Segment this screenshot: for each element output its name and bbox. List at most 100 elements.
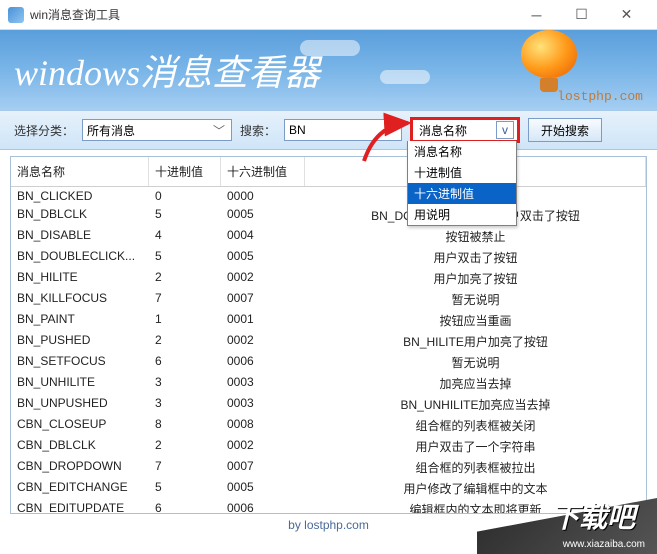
- table-row[interactable]: BN_SETFOCUS60006暂无说明: [11, 352, 646, 373]
- cell-desc: 编辑框内的文本即将更新: [305, 499, 646, 513]
- search-field-value: 消息名称: [419, 122, 467, 139]
- cell-dec: 3: [149, 373, 221, 394]
- window-title: win消息查询工具: [30, 6, 514, 23]
- titlebar: win消息查询工具 ─ ☐ ✕: [0, 0, 657, 30]
- cell-hex: 0007: [221, 289, 305, 310]
- table-row[interactable]: BN_DBLCLK50005BN_DOUBLECLICKED用户双击了按钮: [11, 205, 646, 226]
- maximize-button[interactable]: ☐: [559, 1, 604, 29]
- cell-dec: 1: [149, 310, 221, 331]
- cell-desc: BN_UNHILITE加亮应当去掉: [305, 394, 646, 415]
- table-row[interactable]: CBN_DBLCLK20002用户双击了一个字符串: [11, 436, 646, 457]
- table-row[interactable]: BN_DOUBLECLICK...50005用户双击了按钮: [11, 247, 646, 268]
- table-row[interactable]: BN_PUSHED20002BN_HILITE用户加亮了按钮: [11, 331, 646, 352]
- search-label: 搜索：: [240, 122, 276, 139]
- app-title: windows消息查看器: [14, 44, 320, 96]
- cell-desc: 暂无说明: [305, 352, 646, 373]
- chevron-down-icon: v: [496, 121, 514, 139]
- column-header-hex[interactable]: 十六进制值: [221, 157, 305, 186]
- cell-desc: 组合框的列表框被关闭: [305, 415, 646, 436]
- cell-name: CBN_DBLCLK: [11, 436, 149, 457]
- column-header-dec[interactable]: 十进制值: [149, 157, 221, 186]
- table-header: 消息名称 十进制值 十六进制值: [11, 157, 646, 187]
- cell-hex: 0005: [221, 205, 305, 226]
- cell-name: BN_DISABLE: [11, 226, 149, 247]
- app-icon: [8, 7, 24, 23]
- table-row[interactable]: BN_CLICKED00000: [11, 187, 646, 205]
- cell-name: BN_UNPUSHED: [11, 394, 149, 415]
- cell-hex: 0006: [221, 499, 305, 513]
- dropdown-option[interactable]: 消息名称: [408, 141, 516, 162]
- cell-desc: 用户双击了按钮: [305, 247, 646, 268]
- cell-dec: 8: [149, 415, 221, 436]
- table-row[interactable]: BN_DISABLE40004按钮被禁止: [11, 226, 646, 247]
- cell-dec: 2: [149, 436, 221, 457]
- column-header-name[interactable]: 消息名称: [11, 157, 149, 186]
- cell-dec: 0: [149, 187, 221, 205]
- table-row[interactable]: BN_UNPUSHED30003BN_UNHILITE加亮应当去掉: [11, 394, 646, 415]
- cell-desc: 用户修改了编辑框中的文本: [305, 478, 646, 499]
- cell-hex: 0005: [221, 247, 305, 268]
- table-row[interactable]: BN_KILLFOCUS70007暂无说明: [11, 289, 646, 310]
- cell-hex: 0001: [221, 310, 305, 331]
- cell-desc: 组合框的列表框被拉出: [305, 457, 646, 478]
- cell-name: BN_PAINT: [11, 310, 149, 331]
- table-row[interactable]: BN_PAINT10001按钮应当重画: [11, 310, 646, 331]
- cell-name: BN_DBLCLK: [11, 205, 149, 226]
- cell-hex: 0002: [221, 436, 305, 457]
- cell-name: BN_SETFOCUS: [11, 352, 149, 373]
- banner-url: lostphp.com: [557, 89, 643, 104]
- cell-hex: 0005: [221, 478, 305, 499]
- cell-desc: 按钮应当重画: [305, 310, 646, 331]
- cell-dec: 6: [149, 499, 221, 513]
- cell-name: BN_DOUBLECLICK...: [11, 247, 149, 268]
- cell-name: BN_KILLFOCUS: [11, 289, 149, 310]
- footer-text: by lostphp.com: [0, 514, 657, 536]
- close-button[interactable]: ✕: [604, 1, 649, 29]
- cell-name: CBN_EDITUPDATE: [11, 499, 149, 513]
- cell-desc: 加亮应当去掉: [305, 373, 646, 394]
- cell-hex: 0008: [221, 415, 305, 436]
- filter-label: 选择分类：: [14, 122, 74, 139]
- cell-name: CBN_DROPDOWN: [11, 457, 149, 478]
- cell-name: BN_UNHILITE: [11, 373, 149, 394]
- cell-dec: 5: [149, 205, 221, 226]
- cell-hex: 0003: [221, 373, 305, 394]
- cell-dec: 3: [149, 394, 221, 415]
- category-select[interactable]: 所有消息 ﹀: [82, 119, 232, 141]
- table-row[interactable]: CBN_CLOSEUP80008组合框的列表框被关闭: [11, 415, 646, 436]
- table-row[interactable]: BN_HILITE20002用户加亮了按钮: [11, 268, 646, 289]
- search-input[interactable]: [284, 119, 402, 141]
- cell-dec: 4: [149, 226, 221, 247]
- cell-name: BN_HILITE: [11, 268, 149, 289]
- cell-name: CBN_CLOSEUP: [11, 415, 149, 436]
- cell-dec: 2: [149, 268, 221, 289]
- cell-dec: 5: [149, 247, 221, 268]
- search-field-select[interactable]: 消息名称 v: [410, 117, 520, 143]
- cell-desc: 按钮被禁止: [305, 226, 646, 247]
- search-button[interactable]: 开始搜索: [528, 118, 602, 142]
- dropdown-option[interactable]: 用说明: [408, 204, 516, 225]
- table-row[interactable]: CBN_EDITCHANGE50005用户修改了编辑框中的文本: [11, 478, 646, 499]
- search-field-dropdown: 消息名称 十进制值 十六进制值 用说明: [407, 141, 517, 226]
- table-row[interactable]: CBN_DROPDOWN70007组合框的列表框被拉出: [11, 457, 646, 478]
- cell-desc: 暂无说明: [305, 289, 646, 310]
- cell-name: BN_PUSHED: [11, 331, 149, 352]
- table-body[interactable]: BN_CLICKED00000BN_DBLCLK50005BN_DOUBLECL…: [11, 187, 646, 513]
- minimize-button[interactable]: ─: [514, 1, 559, 29]
- dropdown-option[interactable]: 十进制值: [408, 162, 516, 183]
- table-row[interactable]: BN_UNHILITE30003加亮应当去掉: [11, 373, 646, 394]
- cell-dec: 5: [149, 478, 221, 499]
- chevron-down-icon: ﹀: [211, 122, 227, 139]
- cell-dec: 7: [149, 289, 221, 310]
- dropdown-option[interactable]: 十六进制值: [408, 183, 516, 204]
- cell-hex: 0002: [221, 268, 305, 289]
- cell-hex: 0007: [221, 457, 305, 478]
- cell-desc: BN_HILITE用户加亮了按钮: [305, 331, 646, 352]
- cell-dec: 6: [149, 352, 221, 373]
- banner: windows消息查看器 lostphp.com: [0, 30, 657, 110]
- cell-desc: 用户加亮了按钮: [305, 268, 646, 289]
- message-table: 消息名称 十进制值 十六进制值 BN_CLICKED00000BN_DBLCLK…: [10, 156, 647, 514]
- watermark-url: www.xiazaiba.com: [563, 539, 645, 550]
- table-row[interactable]: CBN_EDITUPDATE60006编辑框内的文本即将更新: [11, 499, 646, 513]
- cell-hex: 0000: [221, 187, 305, 205]
